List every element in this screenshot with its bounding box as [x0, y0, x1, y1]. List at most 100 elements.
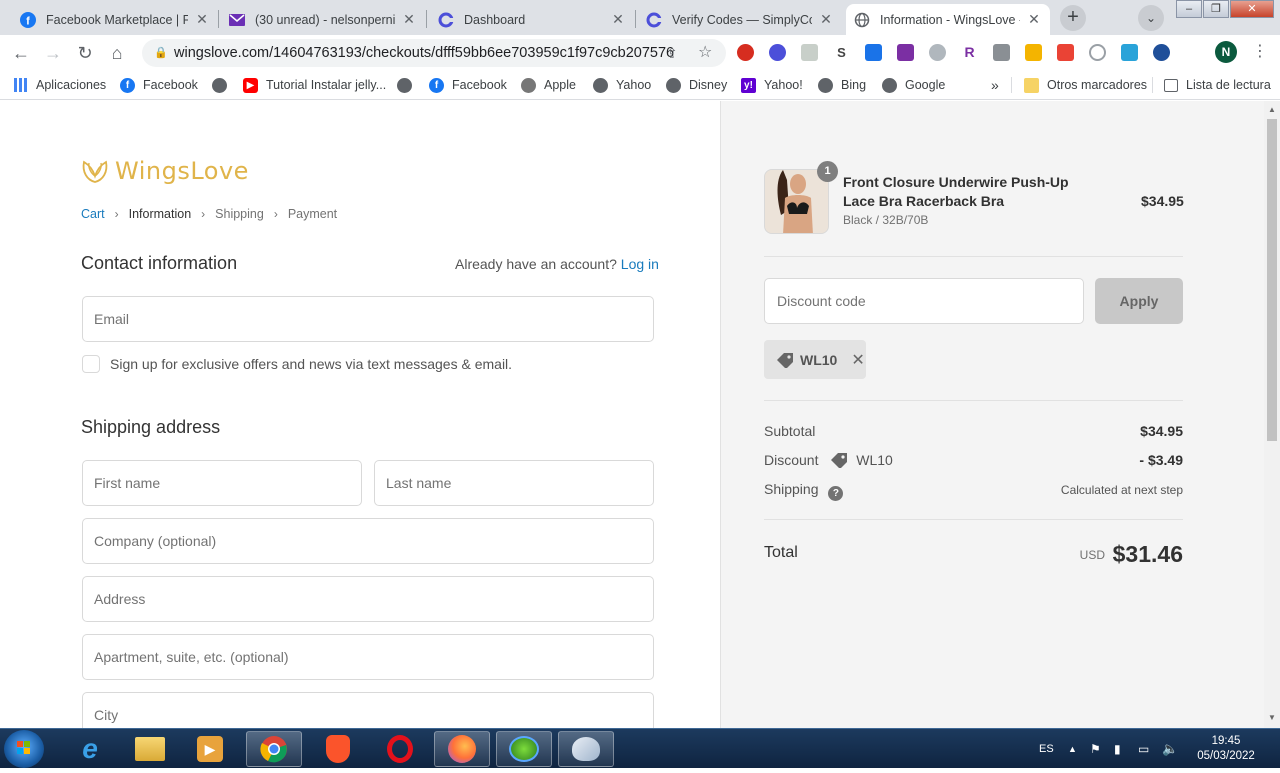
contact-heading: Contact information — [81, 253, 238, 273]
taskbar-internet-explorer[interactable]: e — [62, 731, 118, 767]
tab-wingslove-checkout[interactable]: Information - WingsLove - Checkout ✕ — [846, 4, 1050, 35]
bookmark-facebook[interactable]: f Facebook — [120, 70, 198, 100]
reading-list[interactable]: Lista de lectura — [1164, 70, 1271, 100]
scroll-thumb[interactable] — [1267, 119, 1277, 441]
remove-discount-icon[interactable]: ✕ — [851, 350, 864, 370]
action-center-flag-icon[interactable]: ⚑ — [1090, 729, 1101, 769]
scroll-up-icon[interactable]: ▲ — [1268, 105, 1276, 114]
taskbar-firefox[interactable] — [434, 731, 490, 767]
bookmarks-overflow-chevron-icon[interactable]: » — [991, 70, 999, 100]
brave-icon — [326, 735, 350, 763]
close-tab-icon[interactable]: ✕ — [1026, 11, 1042, 28]
close-tab-icon[interactable]: ✕ — [194, 11, 210, 28]
bookmark-label: Yahoo — [616, 78, 652, 92]
bookmark-globe[interactable] — [212, 70, 235, 100]
taskbar-download-manager[interactable] — [496, 731, 552, 767]
simplycodes-extension-icon[interactable] — [769, 44, 786, 61]
apply-button[interactable]: Apply — [1095, 278, 1183, 324]
extension-r-icon[interactable]: R — [961, 44, 978, 61]
extension-multicolor-icon[interactable] — [1057, 44, 1074, 61]
bookmark-other-folder[interactable]: Otros marcadores — [1024, 70, 1147, 100]
bookmark-yahoo[interactable]: Yahoo — [593, 70, 651, 100]
address-bar[interactable]: 🔒 wingslove.com/14604763193/checkouts/df… — [142, 39, 726, 67]
bookmark-label: Facebook — [143, 78, 198, 92]
bookmark-yahoo-2[interactable]: y! Yahoo! — [741, 70, 803, 100]
taskbar-brave[interactable] — [310, 731, 366, 767]
address-field[interactable]: Address — [82, 576, 654, 622]
tab-facebook-marketplace[interactable]: f Facebook Marketplace | Facebook ✕ — [12, 4, 218, 35]
menu-kebab-icon[interactable]: ⋮ — [1252, 41, 1268, 61]
extension-lightblue-icon[interactable] — [1121, 44, 1138, 61]
extension-printer-icon[interactable] — [993, 44, 1010, 61]
email-field[interactable]: Email — [82, 296, 654, 342]
apartment-field[interactable]: Apartment, suite, etc. (optional) — [82, 634, 654, 680]
extension-darkblue-icon[interactable] — [1153, 44, 1170, 61]
chevron-right-icon: › — [201, 207, 206, 221]
tab-dashboard[interactable]: Dashboard ✕ — [430, 4, 634, 35]
divider — [764, 256, 1183, 257]
bookmark-star-icon[interactable]: ☆ — [698, 39, 712, 67]
page-scrollbar[interactable]: ▲ ▼ — [1264, 101, 1280, 728]
signup-checkbox[interactable] — [82, 355, 100, 373]
city-field[interactable]: City — [82, 692, 654, 728]
close-window-button[interactable]: ✕ — [1230, 0, 1274, 18]
bookmark-apple[interactable]: Apple — [521, 70, 576, 100]
network-icon[interactable]: ▭ — [1138, 729, 1149, 769]
last-name-field[interactable]: Last name — [374, 460, 654, 506]
extension-gray-icon[interactable] — [801, 44, 818, 61]
discount-code-input[interactable]: Discount code — [764, 278, 1084, 324]
bookmark-disney[interactable]: Disney — [666, 70, 727, 100]
first-name-field[interactable]: First name — [82, 460, 362, 506]
reload-button[interactable]: ↻ — [72, 40, 98, 66]
close-tab-icon[interactable]: ✕ — [610, 11, 626, 28]
tab-email[interactable]: (30 unread) - nelsonpernia7 ✕ — [221, 4, 425, 35]
tab-search-button[interactable]: ⌄ — [1138, 5, 1164, 31]
taskbar-opera[interactable] — [372, 731, 428, 767]
bookmark-globe[interactable] — [397, 70, 420, 100]
chevron-down-icon: ⌄ — [1145, 11, 1157, 25]
bookmark-facebook-2[interactable]: f Facebook — [429, 70, 507, 100]
bookmark-tutorial[interactable]: ▶ Tutorial Instalar jelly... — [243, 70, 386, 100]
company-field[interactable]: Company (optional) — [82, 518, 654, 564]
help-icon[interactable]: ? — [828, 486, 844, 501]
restore-window-button[interactable]: ❐ — [1203, 0, 1229, 18]
profile-avatar[interactable]: N — [1215, 41, 1237, 63]
volume-icon[interactable]: 🔈 — [1162, 729, 1178, 769]
bookmark-apps[interactable]: Aplicaciones — [14, 70, 106, 100]
brand-logo[interactable]: WingsLove — [81, 156, 249, 186]
system-clock[interactable]: 19:45 05/03/2022 — [1194, 734, 1258, 764]
tab-title: (30 unread) - nelsonpernia7 — [255, 12, 395, 27]
extension-purple-icon[interactable] — [897, 44, 914, 61]
language-indicator[interactable]: ES — [1039, 729, 1054, 769]
extension-red-icon[interactable] — [737, 44, 754, 61]
taskbar-media-player[interactable]: ▶ — [182, 731, 238, 767]
breadcrumb-cart[interactable]: Cart — [81, 207, 105, 221]
extension-s-icon[interactable]: S — [833, 44, 850, 61]
bookmark-bing[interactable]: Bing — [818, 70, 866, 100]
url-text: wingslove.com/14604763193/checkouts/dfff… — [174, 45, 675, 61]
tab-verify-codes[interactable]: Verify Codes — SimplyCodes ✕ — [638, 4, 842, 35]
extension-blue-icon[interactable] — [865, 44, 882, 61]
back-button[interactable]: ← — [8, 40, 34, 66]
share-icon[interactable]: ⇪ — [666, 39, 678, 67]
close-tab-icon[interactable]: ✕ — [818, 11, 834, 28]
taskbar-paint[interactable] — [558, 731, 614, 767]
extension-circle-icon[interactable] — [1089, 44, 1106, 61]
home-button[interactable]: ⌂ — [104, 40, 130, 66]
tray-expand-icon[interactable]: ▲ — [1068, 729, 1077, 769]
close-tab-icon[interactable]: ✕ — [401, 11, 417, 28]
extension-cloud-icon[interactable] — [929, 44, 946, 61]
extension-yellow-icon[interactable] — [1025, 44, 1042, 61]
scroll-down-icon[interactable]: ▼ — [1268, 713, 1276, 722]
facebook-icon: f — [429, 77, 444, 93]
new-tab-button[interactable]: + — [1060, 5, 1086, 31]
login-link[interactable]: Log in — [621, 256, 659, 272]
power-icon[interactable]: ▮ — [1114, 729, 1121, 769]
bookmark-google[interactable]: Google — [882, 70, 945, 100]
minimize-window-button[interactable]: ‒ — [1176, 0, 1202, 18]
forward-button[interactable]: → — [40, 40, 66, 66]
taskbar-file-explorer[interactable] — [122, 731, 178, 767]
applied-code: WL10 — [800, 351, 838, 368]
start-button[interactable] — [4, 730, 44, 768]
taskbar-chrome[interactable] — [246, 731, 302, 767]
